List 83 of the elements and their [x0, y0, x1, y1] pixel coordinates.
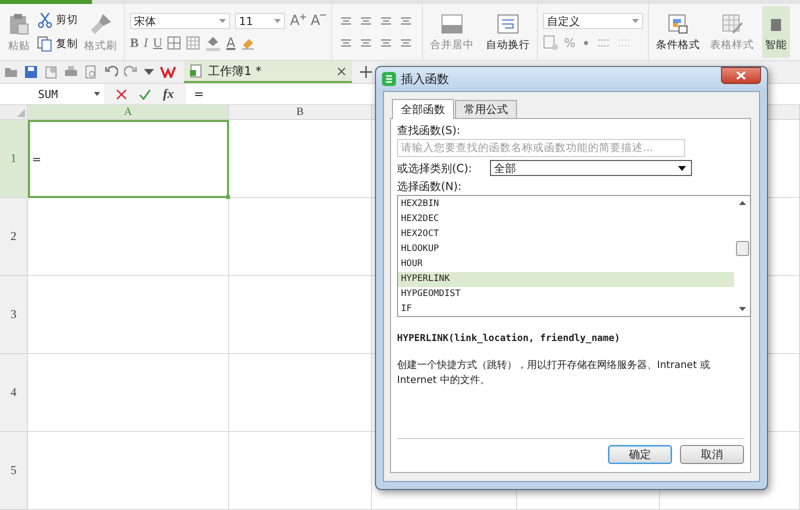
scroll-up-icon[interactable]: [738, 201, 746, 205]
row-header[interactable]: 5: [0, 432, 28, 510]
number-format-dropdown[interactable]: 自定义: [543, 13, 644, 29]
clipboard-icon: [7, 12, 31, 36]
wrap-text-icon: [496, 12, 520, 34]
conditional-format-icon: [667, 12, 690, 34]
name-box[interactable]: SUM: [0, 84, 104, 104]
copy-icon: [37, 36, 53, 52]
close-button[interactable]: [721, 67, 761, 84]
scissors-icon: [37, 12, 53, 28]
cut-button[interactable]: 剪切: [37, 12, 78, 28]
borders-icon: [167, 36, 182, 50]
function-item[interactable]: HOUR: [398, 257, 734, 272]
function-item[interactable]: HYPGEOMDIST: [398, 287, 734, 302]
paintbrush-icon: [88, 12, 112, 36]
redo-icon[interactable]: [124, 65, 138, 79]
function-item[interactable]: HEX2DEC: [398, 212, 734, 227]
underline-button[interactable]: U: [153, 35, 162, 51]
search-field[interactable]: 请输入您要查找的函数名称或函数功能的简要描述...: [397, 139, 685, 157]
italic-button[interactable]: I: [144, 35, 148, 51]
undo-icon[interactable]: [104, 65, 118, 79]
add-tab-icon[interactable]: [360, 66, 372, 78]
export-icon[interactable]: [44, 65, 58, 79]
function-item[interactable]: HEX2OCT: [398, 227, 734, 242]
grow-font-button[interactable]: A: [290, 13, 306, 29]
active-cell[interactable]: =: [28, 120, 229, 198]
save-icon[interactable]: [24, 65, 38, 79]
shrink-font-button[interactable]: A: [310, 13, 326, 29]
spreadsheet-icon: [190, 64, 202, 78]
font-name-dropdown[interactable]: 宋体: [130, 13, 230, 29]
function-item[interactable]: HLOOKUP: [398, 242, 734, 257]
table-grid-icon: [186, 36, 200, 50]
insert-function-button[interactable]: fx: [163, 86, 174, 102]
row-header[interactable]: 4: [0, 354, 28, 432]
document-title: 工作簿1 *: [208, 62, 262, 80]
dialog-title: 插入函数: [401, 70, 450, 88]
row-header[interactable]: 2: [0, 198, 28, 276]
function-signature: HYPERLINK(link_location, friendly_name): [397, 333, 620, 344]
table-style-icon: [721, 12, 744, 34]
function-list-label: 选择函数(N):: [397, 179, 462, 194]
wps-logo-icon: [160, 66, 176, 78]
app-logo-icon: [382, 72, 396, 86]
function-item[interactable]: HEX2BIN: [398, 197, 734, 212]
folder-icon[interactable]: [4, 66, 18, 78]
category-label: 或选择类别(C):: [397, 160, 472, 176]
conditional-format-button[interactable]: 条件格式: [654, 10, 702, 54]
copy-button[interactable]: 复制: [37, 36, 78, 52]
caret-icon[interactable]: [144, 69, 154, 75]
fill-bucket-icon: [205, 35, 222, 51]
category-dropdown[interactable]: 全部: [490, 160, 692, 176]
function-item[interactable]: HYPERLINK: [398, 272, 734, 287]
document-tab[interactable]: 工作簿1 *: [184, 61, 352, 83]
caret-icon: [274, 19, 281, 23]
cancel-button[interactable]: 取消: [680, 445, 744, 464]
wrap-text-button[interactable]: 自动换行: [484, 10, 532, 54]
caret-icon: [94, 92, 100, 96]
caret-icon: [219, 19, 226, 23]
caret-icon: [632, 19, 640, 23]
function-item[interactable]: IF: [398, 302, 734, 317]
bold-button[interactable]: B: [130, 35, 139, 51]
caret-icon: [678, 166, 686, 170]
cancel-icon[interactable]: [116, 88, 127, 100]
scroll-thumb[interactable]: [736, 241, 749, 256]
close-icon[interactable]: [337, 66, 346, 76]
print-preview-icon[interactable]: [84, 65, 98, 79]
merge-cells-icon: [440, 12, 464, 34]
close-icon: [736, 71, 746, 80]
ok-button[interactable]: 确定: [608, 445, 672, 464]
smart-button[interactable]: 智能: [762, 6, 790, 58]
column-header[interactable]: B: [229, 105, 372, 120]
row-header[interactable]: 3: [0, 276, 28, 354]
scroll-down-icon[interactable]: [738, 307, 746, 311]
plus-icon: [300, 14, 306, 20]
font-size-dropdown[interactable]: 11: [235, 13, 285, 29]
dialog-tab[interactable]: 常用公式: [455, 100, 517, 118]
currency-icon: [543, 35, 560, 51]
font-color-button[interactable]: A: [226, 36, 236, 50]
search-label: 查找函数(S):: [397, 123, 460, 138]
dialog-tab[interactable]: 全部函数: [392, 99, 454, 119]
checkmark-icon[interactable]: [139, 88, 151, 100]
function-description: 创建一个快捷方式（跳转），用以打开存储在网络服务器、Intranet 或 Internet 中的文件。: [397, 358, 712, 388]
minus-icon: [320, 14, 326, 16]
print-icon[interactable]: [64, 65, 78, 79]
